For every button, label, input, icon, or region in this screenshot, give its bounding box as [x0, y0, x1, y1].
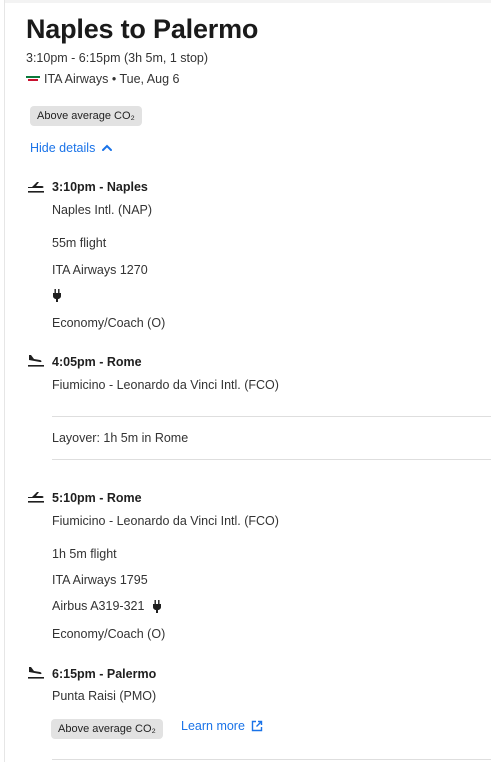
takeoff-icon [28, 492, 44, 503]
segment-2-duration: 1h 5m flight [52, 547, 117, 561]
divider [52, 459, 491, 460]
airline-date-row: ITA Airways • Tue, Aug 6 [26, 72, 179, 86]
layover-info: Layover: 1h 5m in Rome [52, 431, 189, 445]
co2-badge: Above average CO₂ [30, 106, 142, 126]
power-outlet-icon [153, 599, 162, 613]
segment-2-cabin: Economy/Coach (O) [52, 627, 166, 641]
landing-icon [28, 355, 44, 367]
top-border [5, 0, 491, 3]
chevron-up-icon [102, 144, 113, 151]
segment-2-arrival-airport: Punta Raisi (PMO) [52, 689, 157, 703]
takeoff-icon [28, 182, 44, 193]
learn-more-link[interactable]: Learn more [181, 719, 263, 733]
trip-time-summary: 3:10pm - 6:15pm (3h 5m, 1 stop) [26, 51, 209, 65]
segment-1-flight-number: ITA Airways 1270 [52, 263, 148, 277]
segment-1-arrival-title: 4:05pm - Rome [52, 355, 142, 369]
hide-details-link[interactable]: Hide details [30, 141, 113, 155]
segment-1-duration: 55m flight [52, 236, 107, 250]
segment-1-departure-title: 3:10pm - Naples [52, 180, 148, 194]
external-link-icon [251, 720, 263, 732]
segment-2-departure-airport: Fiumicino - Leonardo da Vinci Intl. (FCO… [52, 514, 279, 528]
segment-1-amenities [52, 289, 62, 302]
power-outlet-icon [53, 289, 61, 302]
segment-2-arrival-title: 6:15pm - Palermo [52, 667, 157, 681]
co2-badge: Above average CO₂ [51, 719, 163, 739]
landing-icon [28, 667, 44, 679]
learn-more-label: Learn more [181, 719, 245, 733]
segment-2-amenities: Airbus A319-321 [52, 599, 162, 613]
segment-1-arrival-airport: Fiumicino - Leonardo da Vinci Intl. (FCO… [52, 378, 279, 392]
segment-1-cabin: Economy/Coach (O) [52, 316, 166, 330]
divider [52, 759, 491, 760]
segment-2-aircraft: Airbus A319-321 [52, 599, 145, 613]
segment-2-flight-number: ITA Airways 1795 [52, 573, 148, 587]
segment-2-departure-title: 5:10pm - Rome [52, 491, 142, 505]
page-title: Naples to Palermo [26, 14, 259, 44]
hide-details-label: Hide details [30, 141, 96, 155]
segment-1-departure-airport: Naples Intl. (NAP) [52, 203, 153, 217]
divider [52, 416, 491, 417]
airline-date-text: ITA Airways • Tue, Aug 6 [44, 72, 180, 86]
flight-details-panel: Naples to Palermo 3:10pm - 6:15pm (3h 5m… [4, 0, 491, 762]
airline-logo-icon [26, 75, 40, 83]
